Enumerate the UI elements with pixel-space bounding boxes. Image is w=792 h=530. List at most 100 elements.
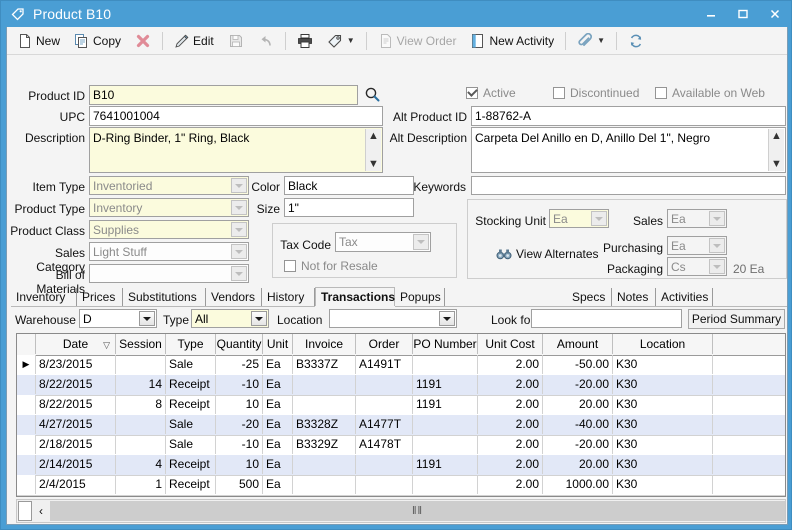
table-cell-invoice[interactable] [293, 475, 356, 494]
minimize-button[interactable] [695, 2, 727, 26]
scroll-down-icon[interactable]: ▼ [368, 159, 379, 170]
table-cell-type[interactable]: Receipt [166, 475, 216, 494]
scrollbar-thumb[interactable]: ‖‖ [50, 501, 785, 521]
transactions-grid[interactable]: Date ▽ Session Type Quantity Unit Invoic… [16, 333, 786, 497]
table-cell-unit-cost[interactable]: 2.00 [478, 455, 543, 474]
row-indicator[interactable] [17, 375, 36, 394]
alt-product-id-input[interactable]: 1-88762-A [471, 106, 786, 126]
tab-substitutions[interactable]: Substitutions [123, 288, 206, 306]
scrollbar-grip[interactable] [18, 501, 32, 521]
tab-prices[interactable]: Prices [77, 288, 123, 306]
table-cell-blank[interactable] [713, 415, 785, 434]
discontinued-checkbox[interactable]: Discontinued [553, 86, 639, 100]
table-cell-unit-cost[interactable]: 2.00 [478, 415, 543, 434]
table-cell-po[interactable]: 1191 [413, 455, 478, 474]
product-type-select[interactable]: Inventory [89, 198, 249, 217]
table-cell-po[interactable] [413, 435, 478, 454]
table-cell-amount[interactable]: 1000.00 [543, 475, 613, 494]
row-indicator[interactable] [17, 455, 36, 474]
undo-button[interactable] [252, 28, 280, 53]
row-indicator[interactable] [17, 395, 36, 414]
grid-horizontal-scrollbar[interactable]: ‹ ‖‖ [16, 499, 786, 523]
maximize-button[interactable] [727, 2, 759, 26]
view-alternates-button[interactable]: View Alternates [496, 246, 599, 262]
table-cell-session[interactable]: 1 [116, 475, 166, 494]
table-cell-order[interactable]: A1478T [356, 435, 413, 454]
table-cell-session[interactable]: 14 [116, 375, 166, 394]
chevron-down-icon[interactable] [231, 222, 247, 237]
table-cell-unit[interactable]: Ea [263, 435, 293, 454]
table-cell-blank[interactable] [713, 395, 785, 414]
table-cell-unit[interactable]: Ea [263, 475, 293, 494]
table-cell-quantity[interactable]: 10 [216, 395, 263, 414]
scroll-up-icon[interactable]: ▲ [771, 131, 782, 142]
table-cell-unit-cost[interactable]: 2.00 [478, 375, 543, 394]
chevron-down-icon[interactable] [709, 259, 725, 274]
grid-header-unit[interactable]: Unit [263, 334, 293, 354]
period-summary-button[interactable]: Period Summary [688, 309, 785, 329]
table-cell-type[interactable]: Sale [166, 355, 216, 374]
table-cell-po[interactable] [413, 475, 478, 494]
print-button[interactable] [291, 28, 319, 53]
table-cell-amount[interactable]: -50.00 [543, 355, 613, 374]
table-cell-unit-cost[interactable]: 2.00 [478, 475, 543, 494]
sales-unit-select[interactable]: Ea [667, 209, 727, 228]
table-cell-type[interactable]: Receipt [166, 455, 216, 474]
edit-button[interactable]: Edit [168, 28, 220, 53]
table-cell-amount[interactable]: -40.00 [543, 415, 613, 434]
new-button[interactable]: New [11, 28, 66, 53]
table-cell-quantity[interactable]: 500 [216, 475, 263, 494]
table-cell-blank[interactable] [713, 455, 785, 474]
table-row[interactable]: 4/27/2015 Sale -20 Ea B3328Z A1477T 2.00 -40.00… [17, 415, 785, 436]
table-cell-invoice[interactable]: B3337Z [293, 355, 356, 374]
upc-input[interactable]: 7641001004 [89, 106, 383, 126]
grid-header-session[interactable]: Session [116, 334, 166, 354]
item-type-select[interactable]: Inventoried [89, 176, 249, 195]
table-cell-session[interactable] [116, 355, 166, 374]
grid-header-unit-cost[interactable]: Unit Cost [478, 334, 543, 354]
table-cell-blank[interactable] [713, 355, 785, 374]
tax-code-select[interactable]: Tax [335, 232, 431, 252]
new-activity-button[interactable]: New Activity [464, 28, 560, 53]
table-cell-amount[interactable]: -20.00 [543, 435, 613, 454]
table-cell-date[interactable]: 2/14/2015 [36, 455, 116, 474]
grid-header-amount[interactable]: Amount [543, 334, 613, 354]
row-indicator[interactable] [17, 415, 36, 434]
tag-dropdown-button[interactable]: ▼ [321, 28, 361, 53]
delete-button[interactable] [129, 28, 157, 53]
color-input[interactable]: Black [284, 176, 414, 195]
table-cell-blank[interactable] [713, 375, 785, 394]
row-indicator[interactable] [17, 435, 36, 454]
table-cell-unit[interactable]: Ea [263, 455, 293, 474]
row-indicator[interactable] [17, 475, 36, 494]
table-cell-location[interactable]: K30 [613, 435, 713, 454]
table-row[interactable]: 2/14/2015 4 Receipt 10 Ea 1191 2.00 20.00 K30 [17, 455, 785, 476]
alt-description-textarea[interactable]: Carpeta Del Anillo en D, Anillo Del 1", … [471, 127, 786, 173]
table-cell-unit-cost[interactable]: 2.00 [478, 435, 543, 454]
table-cell-invoice[interactable]: B3329Z [293, 435, 356, 454]
grid-header-invoice[interactable]: Invoice [293, 334, 356, 354]
table-cell-session[interactable]: 4 [116, 455, 166, 474]
table-cell-invoice[interactable] [293, 455, 356, 474]
table-cell-order[interactable]: A1491T [356, 355, 413, 374]
chevron-down-icon[interactable] [413, 234, 429, 250]
table-cell-location[interactable]: K30 [613, 395, 713, 414]
table-cell-amount[interactable]: 20.00 [543, 455, 613, 474]
table-cell-amount[interactable]: -20.00 [543, 375, 613, 394]
alt-description-scrollbar[interactable]: ▲ ▼ [768, 129, 784, 171]
not-for-resale-checkbox[interactable]: Not for Resale [284, 259, 378, 273]
table-cell-unit-cost[interactable]: 2.00 [478, 395, 543, 414]
active-checkbox[interactable]: Active [466, 86, 516, 100]
table-cell-unit-cost[interactable]: 2.00 [478, 355, 543, 374]
table-cell-unit[interactable]: Ea [263, 375, 293, 394]
table-cell-type[interactable]: Receipt [166, 375, 216, 394]
table-cell-session[interactable] [116, 415, 166, 434]
table-cell-unit[interactable]: Ea [263, 395, 293, 414]
packaging-unit-select[interactable]: Cs [667, 257, 727, 276]
table-cell-amount[interactable]: 20.00 [543, 395, 613, 414]
table-cell-po[interactable]: 1191 [413, 375, 478, 394]
table-cell-order[interactable]: A1477T [356, 415, 413, 434]
table-cell-invoice[interactable]: B3328Z [293, 415, 356, 434]
table-cell-location[interactable]: K30 [613, 375, 713, 394]
tab-specs[interactable]: Specs [567, 288, 612, 306]
